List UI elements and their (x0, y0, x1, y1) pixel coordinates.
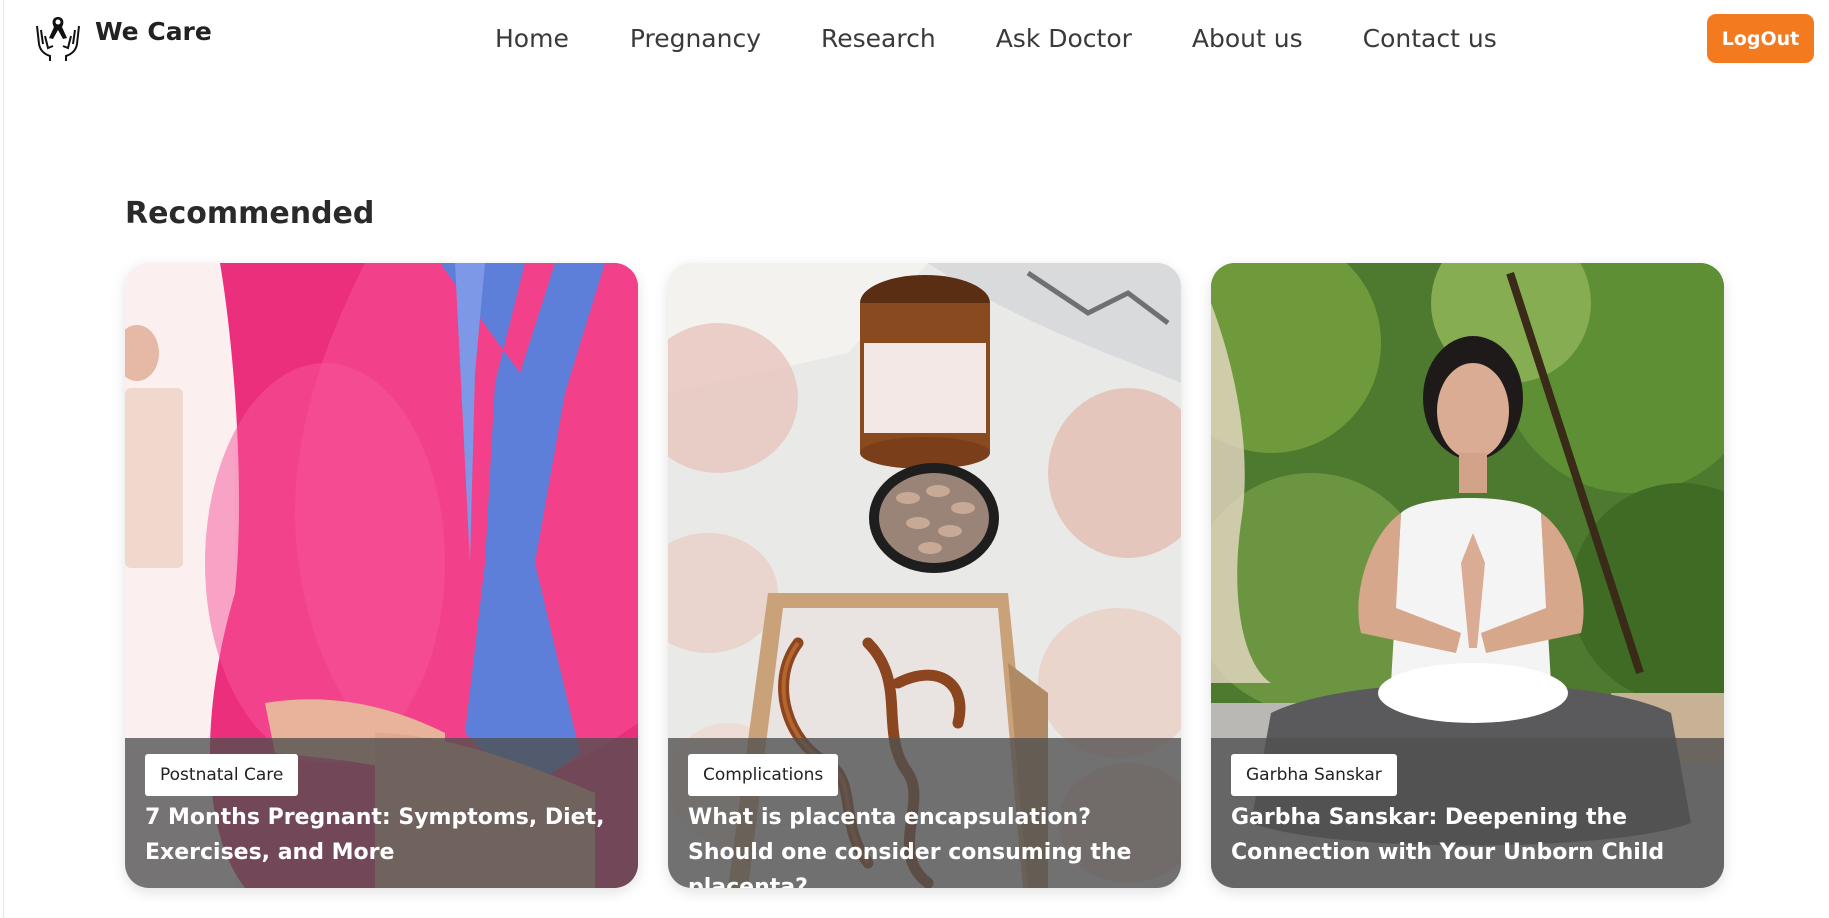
card-caption-overlay: Garbha Sanskar Garbha Sanskar: Deepening… (1211, 738, 1724, 888)
main-nav: Home Pregnancy Research Ask Doctor About… (495, 24, 1497, 53)
nav-contact-us[interactable]: Contact us (1363, 24, 1497, 53)
ribbon-hands-icon (36, 17, 80, 61)
nav-pregnancy[interactable]: Pregnancy (630, 24, 761, 53)
top-navbar: We Care Home Pregnancy Research Ask Doct… (0, 0, 1829, 80)
card-caption-overlay: Postnatal Care 7 Months Pregnant: Sympto… (125, 738, 638, 888)
article-title[interactable]: 7 Months Pregnant: Symptoms, Diet, Exerc… (145, 800, 615, 870)
article-title[interactable]: What is placenta encapsulation? Should o… (688, 800, 1158, 888)
article-card-garbha-sanskar[interactable]: Garbha Sanskar Garbha Sanskar: Deepening… (1211, 263, 1724, 888)
card-caption-overlay: Complications What is placenta encapsula… (668, 738, 1181, 888)
category-tag[interactable]: Garbha Sanskar (1231, 754, 1397, 796)
brand[interactable]: We Care (33, 14, 212, 62)
article-card-complications[interactable]: Complications What is placenta encapsula… (668, 263, 1181, 888)
article-card-postnatal[interactable]: Postnatal Care 7 Months Pregnant: Sympto… (125, 263, 638, 888)
category-tag[interactable]: Complications (688, 754, 839, 796)
page-edge-divider (3, 0, 4, 918)
brand-name: We Care (95, 16, 212, 46)
recommended-heading: Recommended (125, 196, 375, 231)
nav-research[interactable]: Research (821, 24, 936, 53)
nav-about-us[interactable]: About us (1192, 24, 1303, 53)
article-title[interactable]: Garbha Sanskar: Deepening the Connection… (1231, 800, 1701, 870)
category-tag[interactable]: Postnatal Care (145, 754, 299, 796)
nav-ask-doctor[interactable]: Ask Doctor (996, 24, 1132, 53)
nav-home[interactable]: Home (495, 24, 569, 53)
logout-button[interactable]: LogOut (1707, 14, 1814, 63)
